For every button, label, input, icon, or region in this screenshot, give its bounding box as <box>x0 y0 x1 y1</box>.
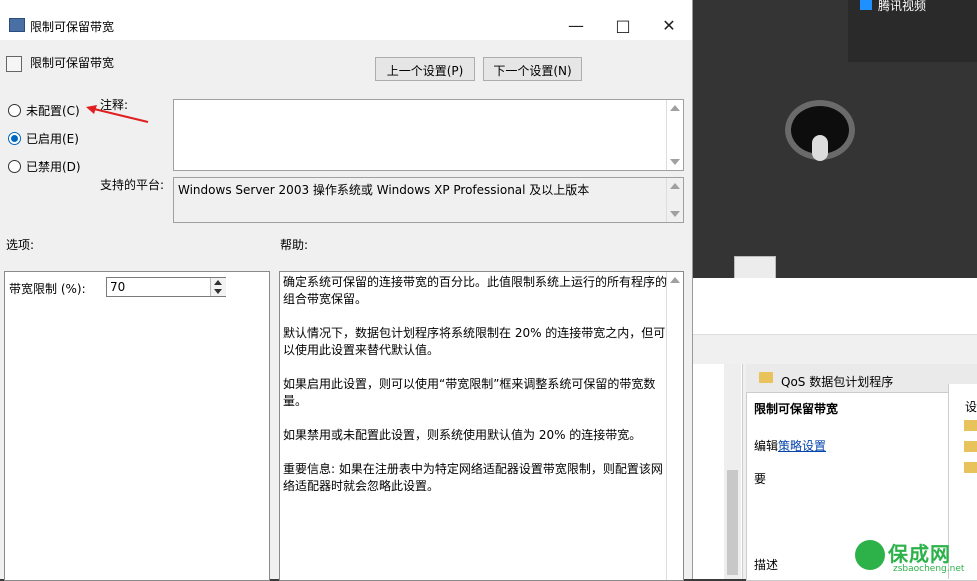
settings-column-header: 设 <box>965 400 977 414</box>
previous-setting-button[interactable]: 上一个设置(P) <box>375 57 475 81</box>
next-setting-button[interactable]: 下一个设置(N) <box>483 57 582 81</box>
comment-textarea[interactable] <box>173 99 684 171</box>
radio-button[interactable] <box>8 104 21 117</box>
comment-label: 注释: <box>100 98 129 112</box>
help-paragraph: 重要信息: 如果在注册表中为特定网络适配器设置带宽限制，则配置该网络适配器时就会… <box>283 462 663 493</box>
platform-scrollbar[interactable] <box>666 178 683 222</box>
requirements-label: 要 <box>754 472 767 486</box>
help-text: 确定系统可保留的连接带宽的百分比。此值限制系统上运行的所有程序的组合带宽保留。 … <box>283 274 668 512</box>
platform-value: Windows Server 2003 操作系统或 Windows XP Pro… <box>178 183 590 197</box>
bandwidth-limit-label: 带宽限制 (%): <box>9 282 86 296</box>
radio-button[interactable] <box>8 132 21 145</box>
help-heading: 帮助: <box>280 238 309 252</box>
help-paragraph: 确定系统可保留的连接带宽的百分比。此值限制系统上运行的所有程序的组合带宽保留。 <box>283 275 668 306</box>
video-frame-highlight <box>812 135 828 161</box>
help-paragraph: 如果启用此设置，则可以使用“带宽限制”框来调整系统可保留的带宽数量。 <box>283 377 656 408</box>
setting-icon <box>6 56 22 72</box>
bandwidth-spinner[interactable] <box>210 278 226 296</box>
watermark-logo-icon <box>855 540 885 570</box>
radio-label: 已启用(E) <box>26 132 79 146</box>
platform-label: 支持的平台: <box>100 178 165 192</box>
policy-app-icon <box>9 18 25 32</box>
radio-not-configured[interactable]: 未配置(C) <box>8 102 80 119</box>
description-header-title: QoS 数据包计划程序 <box>781 375 894 389</box>
radio-button[interactable] <box>8 160 21 173</box>
description-label: 描述 <box>754 558 779 572</box>
watermark-url: zsbaocheng.net <box>893 564 965 574</box>
help-scrollbar[interactable] <box>666 272 683 580</box>
setting-name: 限制可保留带宽 <box>30 56 115 70</box>
window-title: 限制可保留带宽 <box>30 20 115 34</box>
folder-icon[interactable] <box>964 441 977 452</box>
edit-prefix: 编辑 <box>754 439 779 453</box>
editor-toolbar-area <box>692 278 977 335</box>
description-setting-title: 限制可保留带宽 <box>754 402 839 416</box>
bandwidth-limit-input[interactable] <box>106 277 226 297</box>
folder-icon[interactable] <box>964 462 977 473</box>
watermark-text: 保成网 <box>888 542 951 566</box>
maximize-icon[interactable]: □ <box>600 14 646 38</box>
edit-policy-link[interactable]: 策略设置 <box>778 439 826 453</box>
radio-enabled[interactable]: 已启用(E) <box>8 130 79 147</box>
folder-icon[interactable] <box>964 420 977 431</box>
gear-icon <box>734 256 776 280</box>
folder-icon <box>759 372 773 383</box>
comment-scrollbar[interactable] <box>666 100 683 170</box>
description-edit-line: 编辑策略设置 <box>754 437 826 454</box>
video-app-icon <box>860 0 872 10</box>
close-icon[interactable]: ✕ <box>646 14 692 38</box>
radio-label: 未配置(C) <box>26 104 80 118</box>
radio-label: 已禁用(D) <box>26 160 81 174</box>
help-paragraph: 如果禁用或未配置此设置，则系统使用默认值为 20% 的连接带宽。 <box>283 428 642 442</box>
options-heading: 选项: <box>6 238 35 252</box>
video-app-label: 腾讯视频 <box>878 0 927 13</box>
tree-scroll-thumb[interactable] <box>727 470 738 575</box>
help-paragraph: 默认情况下，数据包计划程序将系统限制在 20% 的连接带宽之内，但可以使用此设置… <box>283 326 666 357</box>
radio-disabled[interactable]: 已禁用(D) <box>8 158 81 175</box>
minimize-icon[interactable]: — <box>553 14 599 38</box>
options-panel <box>4 271 270 581</box>
